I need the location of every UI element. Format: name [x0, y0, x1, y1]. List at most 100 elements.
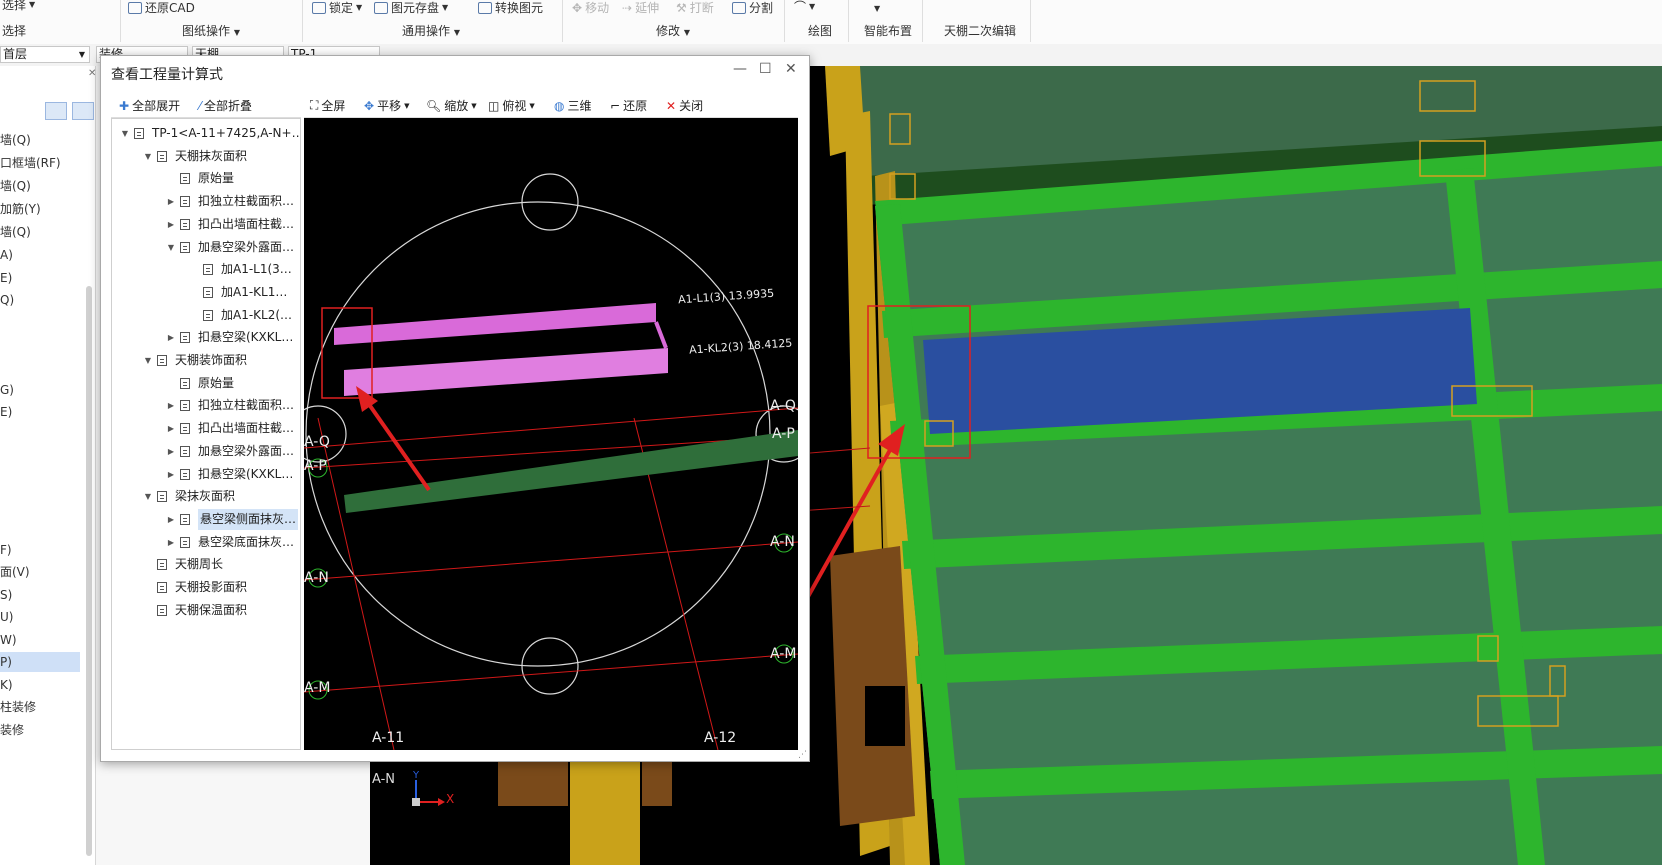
- tree-node[interactable]: 天棚保温面积: [143, 600, 247, 621]
- chevron-right-icon[interactable]: ▶: [166, 395, 176, 416]
- nav-scrollbar[interactable]: [86, 286, 92, 856]
- top-view-button[interactable]: ◫ 俯视 ▼: [488, 97, 535, 114]
- expand-all-button[interactable]: ✚ 全部展开: [119, 97, 180, 114]
- nav-item[interactable]: G): [0, 380, 80, 400]
- chevron-right-icon[interactable]: ▶: [166, 464, 176, 485]
- tree-node[interactable]: 加A1-KL2(…: [189, 305, 292, 326]
- nav-item[interactable]: 面(V): [0, 562, 80, 582]
- lock-button[interactable]: 锁定 ▼: [312, 0, 362, 16]
- nav-item[interactable]: W): [0, 630, 80, 650]
- zoom-button[interactable]: 🔍︎ 缩放 ▼: [426, 97, 477, 114]
- pan-button[interactable]: ✥ 平移 ▼: [364, 97, 409, 114]
- tree-node[interactable]: ▼ TP-1<A-11+7425,A-N+…: [120, 123, 300, 144]
- common-ops-group[interactable]: 通用操作 ▼: [402, 22, 460, 39]
- nav-item[interactable]: 柱装修: [0, 697, 80, 717]
- nav-item[interactable]: 加筋(Y): [0, 199, 80, 219]
- modify-group[interactable]: 修改 ▼: [656, 22, 690, 39]
- chevron-down-icon[interactable]: ▼: [143, 486, 153, 507]
- three-d-button[interactable]: ◍ 三维: [554, 97, 592, 114]
- nav-item[interactable]: A): [0, 245, 80, 265]
- move-button[interactable]: ✥ 移动: [572, 0, 609, 16]
- chevron-right-icon[interactable]: ▶: [166, 441, 176, 462]
- draw-tool-button[interactable]: ⌒ ▼: [794, 0, 815, 15]
- chevron-right-icon[interactable]: ▶: [166, 191, 176, 212]
- tree-node[interactable]: ▼ 天棚装饰面积: [143, 350, 247, 371]
- nav-item[interactable]: E): [0, 402, 80, 422]
- ceiling-edit-group[interactable]: 天棚二次编辑: [944, 22, 1016, 39]
- tree-node[interactable]: ▶ 扣独立柱截面积…: [166, 395, 294, 416]
- tree-node[interactable]: 加A1-KL1…: [189, 282, 287, 303]
- nav-item[interactable]: E): [0, 268, 80, 288]
- minimize-button[interactable]: —: [733, 61, 747, 77]
- chevron-right-icon[interactable]: ▶: [166, 532, 176, 553]
- smart-layout-group[interactable]: 智能布置: [864, 22, 912, 39]
- chevron-down-icon[interactable]: ▼: [143, 146, 153, 167]
- detail-view-icon[interactable]: [72, 102, 94, 120]
- tree-node[interactable]: ▶ 扣悬空梁(KXKL…: [166, 464, 293, 485]
- nav-item[interactable]: 装修: [0, 720, 80, 740]
- restore-cad-button[interactable]: 还原CAD: [128, 0, 195, 16]
- close-view-button[interactable]: ✕ 关闭: [666, 97, 703, 114]
- tree-node[interactable]: ▶ 扣凸出墙面柱截…: [166, 214, 294, 235]
- tree-node[interactable]: ▶ 悬空梁底面抹灰…: [166, 532, 294, 553]
- tree-node[interactable]: 天棚投影面积: [143, 577, 247, 598]
- tree-node[interactable]: 原始量: [166, 168, 234, 189]
- tree-node[interactable]: ▼ 加悬空梁外露面…: [166, 237, 294, 258]
- chevron-down-icon[interactable]: ▼: [120, 123, 130, 144]
- maximize-button[interactable]: ☐: [759, 61, 772, 77]
- tree-node[interactable]: ▶ 扣独立柱截面积…: [166, 191, 294, 212]
- fullscreen-button[interactable]: ⛶ 全屏: [310, 97, 345, 114]
- nav-item[interactable]: 口框墙(RF): [0, 153, 80, 173]
- tree-node-label: 天棚投影面积: [175, 580, 248, 594]
- floor-select[interactable]: 首层 ▼: [0, 46, 90, 63]
- tree-node-label: 扣凸出墙面柱截…: [198, 421, 295, 436]
- element-store-button[interactable]: 图元存盘 ▼: [374, 0, 448, 16]
- select-button[interactable]: 选择: [2, 22, 26, 39]
- tree-node[interactable]: ▶ 加悬空梁外露面…: [166, 441, 294, 462]
- l1-beam: [334, 303, 656, 345]
- tree-node-label: 原始量: [198, 375, 235, 390]
- drawing-ops-group[interactable]: 图纸操作 ▼: [182, 22, 240, 39]
- document-icon: [157, 559, 167, 571]
- tree-node[interactable]: ▶ 扣悬空梁(KXKL…: [166, 327, 293, 348]
- draw-group[interactable]: 绘图: [808, 22, 832, 39]
- nav-item[interactable]: Q): [0, 290, 80, 310]
- preview-canvas[interactable]: A1-L1(3) 13.9935 A1-KL2(3) 18.4125 A-Q A…: [304, 118, 798, 750]
- tree-node[interactable]: ▼ 天棚抹灰面积: [143, 146, 247, 167]
- tree-node[interactable]: ▶ 悬空梁侧面抹灰…: [166, 508, 299, 530]
- extend-button[interactable]: ⇢ 延伸: [622, 0, 659, 16]
- nav-item[interactable]: P): [0, 652, 80, 672]
- split-button[interactable]: 分割: [732, 0, 773, 16]
- chevron-right-icon[interactable]: ▶: [166, 509, 176, 530]
- chevron-down-icon[interactable]: ▼: [166, 237, 176, 258]
- nav-item[interactable]: K): [0, 675, 80, 695]
- nav-item[interactable]: 墙(Q): [0, 222, 80, 242]
- select-button-top[interactable]: 选择 ▼: [2, 0, 35, 13]
- nav-item[interactable]: 墙(Q): [0, 130, 80, 150]
- quantity-formula-dialog[interactable]: 查看工程量计算式 — ☐ ✕ ✚ 全部展开 ⁄ 全部折叠 ▼ TP-1<A-11+74…: [100, 55, 810, 762]
- resize-grip-icon[interactable]: ⋰: [798, 750, 807, 760]
- collapse-all-button[interactable]: ⁄ 全部折叠: [199, 97, 252, 114]
- nav-item[interactable]: F): [0, 540, 80, 560]
- kl2-beam: [344, 348, 668, 396]
- nav-item[interactable]: S): [0, 585, 80, 605]
- chevron-right-icon[interactable]: ▶: [166, 327, 176, 348]
- nav-item[interactable]: 墙(Q): [0, 176, 80, 196]
- tree-node[interactable]: 加A1-L1(3…: [189, 259, 292, 280]
- chevron-right-icon[interactable]: ▶: [166, 214, 176, 235]
- list-view-icon[interactable]: [45, 102, 67, 120]
- document-icon: [180, 332, 190, 344]
- chevron-down-icon[interactable]: ▼: [143, 350, 153, 371]
- break-button[interactable]: ⚒ 打断: [676, 0, 714, 16]
- convert-element-button[interactable]: 转换图元: [478, 0, 543, 16]
- close-button[interactable]: ✕: [785, 61, 797, 77]
- chevron-right-icon[interactable]: ▶: [166, 418, 176, 439]
- smart-layout-dropdown[interactable]: ▼: [874, 4, 880, 13]
- tree-node[interactable]: ▶ 扣凸出墙面柱截…: [166, 418, 294, 439]
- tree-node[interactable]: 原始量: [166, 373, 234, 394]
- tree-node[interactable]: 天棚周长: [143, 554, 223, 575]
- split-icon: [732, 1, 746, 14]
- restore-view-button[interactable]: ⌐ 还原: [610, 97, 647, 114]
- nav-item[interactable]: U): [0, 607, 80, 627]
- tree-node[interactable]: ▼ 梁抹灰面积: [143, 486, 235, 507]
